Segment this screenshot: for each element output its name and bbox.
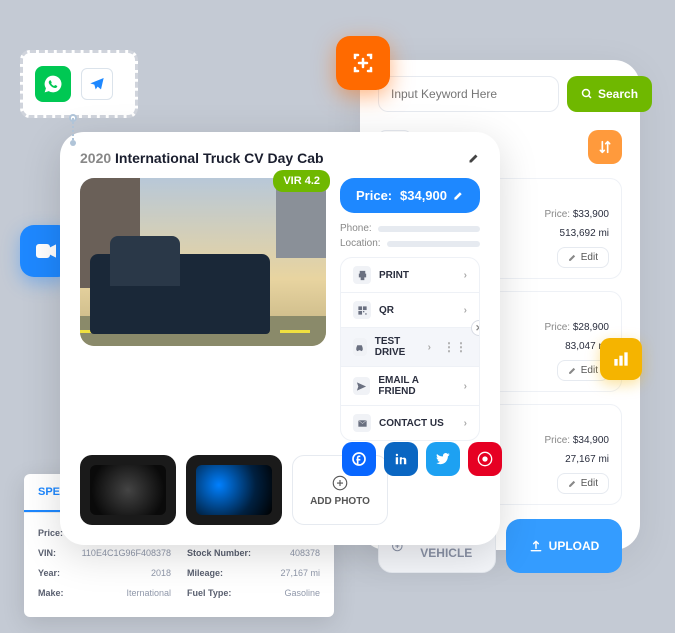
car-icon (353, 338, 367, 356)
telegram-icon[interactable] (81, 68, 113, 100)
close-icon[interactable]: ✕ (471, 320, 480, 336)
gallery-thumb-2[interactable] (186, 455, 282, 525)
contact-action[interactable]: CONTACT US› (341, 406, 479, 440)
qr-action[interactable]: QR› (341, 293, 479, 328)
vehicle-detail-card: 2020 International Truck CV Day Cab VIR … (60, 132, 500, 545)
connector-dot-bottom (70, 140, 76, 146)
print-action[interactable]: PRINT› (341, 258, 479, 293)
search-button-label: Search (598, 87, 638, 101)
action-menu: PRINT› QR› ✕ TEST DRIVE› ⋮⋮ EMAIL A FRIE… (340, 257, 480, 441)
print-icon (353, 266, 371, 284)
edit-button[interactable]: Edit (557, 473, 609, 494)
connector-line (72, 118, 74, 140)
price-bar: Price: $34,900 (340, 178, 480, 213)
facebook-icon[interactable] (342, 442, 376, 476)
testdrive-action[interactable]: ✕ TEST DRIVE› ⋮⋮ (341, 328, 479, 367)
scan-icon[interactable] (336, 36, 390, 90)
search-input[interactable] (378, 76, 559, 112)
vehicle-photo[interactable] (80, 178, 326, 346)
gallery-thumb-1[interactable] (80, 455, 176, 525)
search-button[interactable]: Search (567, 76, 652, 112)
whatsapp-icon[interactable] (35, 66, 71, 102)
edit-title-icon[interactable] (468, 152, 480, 164)
chart-icon[interactable] (600, 338, 642, 380)
vir-badge: VIR 4.2 (273, 170, 330, 192)
location-placeholder (387, 241, 480, 247)
send-icon (353, 377, 370, 395)
upload-button[interactable]: UPLOAD (506, 519, 622, 573)
twitter-icon[interactable] (426, 442, 460, 476)
vehicle-title: 2020 International Truck CV Day Cab (80, 150, 324, 166)
drag-handle-icon[interactable]: ⋮⋮ (443, 340, 467, 354)
edit-price-icon[interactable] (453, 190, 464, 201)
edit-button[interactable]: Edit (557, 247, 609, 268)
phone-placeholder (378, 226, 480, 232)
linkedin-icon[interactable] (384, 442, 418, 476)
social-share-card (20, 50, 138, 118)
sort-icon[interactable] (588, 130, 622, 164)
social-share-row (342, 442, 502, 476)
email-action[interactable]: EMAIL A FRIEND› (341, 367, 479, 406)
mail-icon (353, 414, 371, 432)
pinterest-icon[interactable] (468, 442, 502, 476)
qr-icon (353, 301, 371, 319)
